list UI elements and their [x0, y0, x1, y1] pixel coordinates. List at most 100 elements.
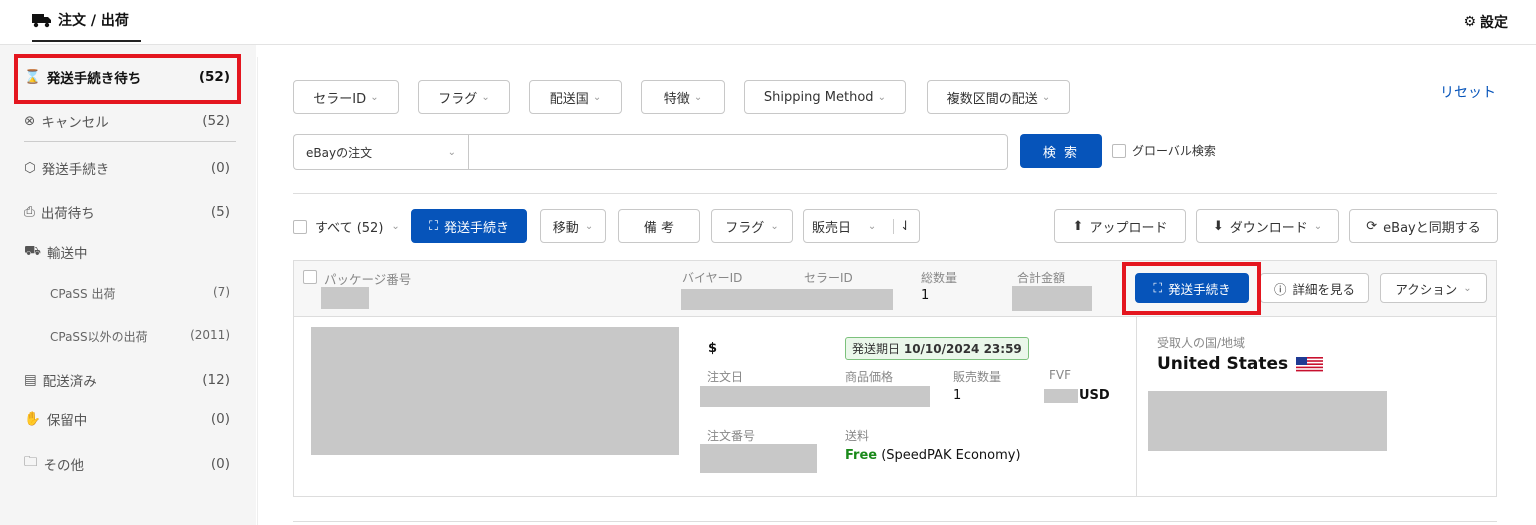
sidebar-item-shipping-process[interactable]: ⬡ 発送手続き (0) [24, 158, 230, 178]
col-buyer-id: バイヤーID [682, 271, 743, 285]
search-type-value: eBayの注文 [306, 145, 373, 160]
view-details-button[interactable]: ⓘ 詳細を見る [1260, 273, 1369, 303]
sort-icon[interactable]: ⇃ [893, 218, 911, 234]
flag-button[interactable]: フラグ ⌄ [711, 209, 793, 243]
sidebar-item-count: (7) [213, 285, 230, 299]
filter-label: セラーID [313, 91, 367, 107]
bulk-ship-button[interactable]: ⛶ 発送手続き [411, 209, 527, 243]
sidebar-item-label: CPaSS以外の出荷 [50, 330, 148, 344]
main-panel: セラーID ⌄ フラグ ⌄ 配送国 ⌄ 特徴 ⌄ Shipping Method… [257, 57, 1536, 525]
sidebar-item-count: (0) [210, 455, 230, 472]
dest-label: 受取人の国/地域 [1157, 336, 1246, 350]
dest-country-value: United States [1157, 354, 1289, 374]
fvf-redacted [1044, 389, 1078, 403]
button-label: フラグ [725, 220, 765, 236]
filter-seller-id[interactable]: セラーID ⌄ [293, 80, 399, 114]
button-label: 販売日 [812, 220, 852, 236]
chevron-down-icon: ⌄ [1041, 91, 1051, 103]
search-input[interactable] [468, 134, 1008, 170]
reset-link[interactable]: リセット [1440, 82, 1496, 102]
global-search-checkbox[interactable]: グローバル検索 [1112, 142, 1216, 159]
order-card-header: パッケージ番号 バイヤーID セラーID 総数量 1 合計金額 ⛶ 発送手続き ⓘ… [294, 261, 1496, 317]
shipping-service: (SpeedPAK Economy) [877, 448, 1021, 463]
chevron-down-icon: ⌄ [1313, 220, 1323, 232]
tab-orders-shipping[interactable]: 注文 / 出荷 [32, 0, 141, 42]
download-icon: ⬇ [1212, 218, 1224, 234]
sale-date-sort[interactable]: 販売日 ⌄ ⇃ [803, 209, 920, 243]
sidebar-divider [24, 141, 236, 142]
cancel-circle-icon: ⊗ [24, 113, 36, 129]
box-icon: ⬡ [24, 160, 36, 176]
currency-symbol: $ [708, 341, 718, 356]
info-icon: ⓘ [1273, 281, 1287, 297]
button-label: 備 考 [643, 220, 675, 236]
sidebar-item-count: (12) [202, 372, 230, 388]
filter-feature[interactable]: 特徴 ⌄ [641, 80, 725, 114]
sidebar-item-awaiting-dispatch[interactable]: ⎙ 出荷待ち (5) [24, 202, 230, 222]
button-label: 移動 [552, 220, 579, 236]
gear-icon: ⚙ [1463, 14, 1476, 30]
buyer-seller-redacted [681, 289, 893, 310]
sidebar-item-on-hold[interactable]: ✋ 保留中 (0) [24, 409, 230, 429]
filter-ship-country[interactable]: 配送国 ⌄ [529, 80, 622, 114]
filter-label: 複数区間の配送 [946, 91, 1038, 107]
global-search-label: グローバル検索 [1132, 144, 1216, 158]
chevron-down-icon: ⌄ [1463, 282, 1472, 294]
sidebar-item-label: 発送手続き [41, 162, 110, 178]
button-label: 詳細を見る [1292, 281, 1356, 297]
sidebar-item-label: CPaSS 出荷 [50, 287, 116, 301]
sidebar-item-label: 保留中 [46, 413, 88, 429]
order-number-label: 注文番号 [707, 429, 756, 443]
search-button[interactable]: 検 索 [1020, 134, 1102, 168]
chevron-down-icon: ⌄ [592, 91, 602, 103]
sidebar-subitem-cpass[interactable]: CPaSS 出荷 (7) [50, 285, 230, 302]
checkbox[interactable] [1112, 143, 1126, 158]
shipping-fee-value: Free (SpeedPAK Economy) [845, 448, 1021, 463]
order-checkbox[interactable] [303, 270, 317, 284]
tab-label: 注文 / 出荷 [58, 13, 129, 29]
sidebar-item-count: (0) [210, 160, 230, 176]
filter-multi-leg[interactable]: 複数区間の配送 ⌄ [927, 80, 1070, 114]
upload-button[interactable]: ⬆ アップロード [1054, 209, 1186, 243]
move-button[interactable]: 移動 ⌄ [540, 209, 606, 243]
sync-ebay-button[interactable]: ⟳ eBayと同期する [1349, 209, 1498, 243]
sidebar-item-label: 輸送中 [46, 246, 88, 262]
chevron-down-icon[interactable]: ⌄ [391, 221, 399, 232]
sidebar-item-other[interactable]: 🗀 その他 (0) [24, 452, 230, 475]
chevron-down-icon: ⌄ [370, 91, 379, 103]
chevron-down-icon: ⌄ [693, 91, 703, 103]
sidebar-item-delivered[interactable]: ▤ 配送済み (12) [24, 370, 230, 390]
select-all-label: すべて (52) [315, 221, 384, 236]
hand-icon: ✋ [24, 411, 41, 427]
filter-flag[interactable]: フラグ ⌄ [418, 80, 510, 114]
upload-icon: ⬆ [1072, 218, 1084, 234]
truck-icon: ⛟ [24, 243, 41, 259]
button-label: eBayと同期する [1383, 220, 1481, 236]
sidebar-item-in-transit[interactable]: ⛟ 輸送中 [24, 242, 230, 262]
filter-shipping-method[interactable]: Shipping Method ⌄ [744, 80, 906, 114]
filter-label: フラグ [438, 91, 478, 107]
select-all-checkbox[interactable] [293, 219, 307, 234]
settings-link[interactable]: ⚙ 設定 [1463, 12, 1508, 32]
download-button[interactable]: ⬇ ダウンロード ⌄ [1196, 209, 1339, 243]
highlight-box-sidebar [14, 54, 241, 104]
search-type-select[interactable]: eBayの注文 ⌄ [293, 134, 468, 170]
shipping-free: Free [845, 448, 878, 463]
sidebar-item-cancel[interactable]: ⊗ キャンセル (52) [24, 111, 230, 131]
note-button[interactable]: 備 考 [618, 209, 700, 243]
sidebar-subitem-non-cpass[interactable]: CPaSS以外の出荷 (2011) [50, 328, 230, 345]
ship-deadline-badge: 発送期日 10/10/2024 23:59 [845, 337, 1029, 360]
chevron-down-icon: ⌄ [867, 220, 877, 232]
col-total-qty: 総数量 [921, 271, 958, 285]
package-number-redacted [321, 287, 369, 309]
select-all[interactable]: すべて (52) ⌄ [293, 217, 400, 236]
total-qty-value: 1 [921, 288, 930, 303]
sidebar-item-count: (0) [210, 411, 230, 427]
sidebar-item-label: 配送済み [42, 374, 97, 390]
sidebar-item-label: 出荷待ち [40, 206, 95, 222]
folder-icon: 🗀 [24, 454, 38, 470]
total-amount-redacted [1012, 286, 1092, 311]
action-dropdown[interactable]: アクション ⌄ [1380, 273, 1487, 303]
col-total-amount: 合計金額 [1017, 271, 1066, 285]
order-number-redacted [700, 444, 817, 473]
